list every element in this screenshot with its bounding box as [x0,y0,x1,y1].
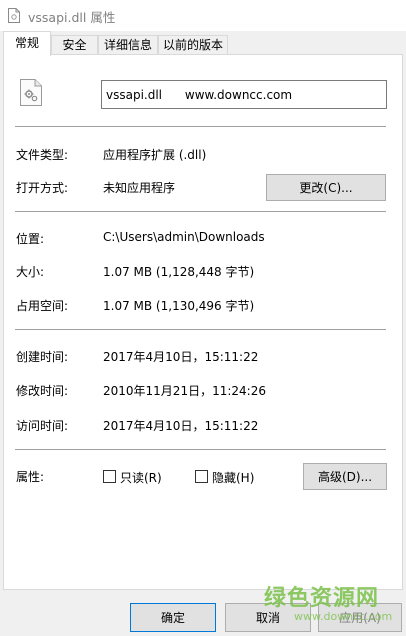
dll-file-icon [8,8,20,23]
created-value: 2017年4月10日，15:11:22 [103,350,259,364]
tab-security[interactable]: 安全 [51,35,98,54]
created-label: 创建时间: [16,350,69,364]
ok-button[interactable]: 确定 [130,603,216,632]
tab-details[interactable]: 详细信息 [98,35,158,54]
separator [15,449,386,450]
general-tab-panel [3,54,403,590]
file-type-value: 应用程序扩展 (.dll) [103,148,207,162]
size-value: 1.07 MB (1,128,448 字节) [103,265,255,279]
title-bar[interactable]: vssapi.dll 属性 [0,0,406,31]
attributes-label: 属性: [16,470,45,484]
advanced-button[interactable]: 高级(D)... [303,463,387,490]
readonly-checkbox-label[interactable]: 只读(R) [120,469,162,486]
tab-strip: 常规 安全 详细信息 以前的版本 [0,31,406,56]
opens-with-label: 打开方式: [16,181,69,195]
location-label: 位置: [16,232,45,246]
tab-previous-versions[interactable]: 以前的版本 [158,35,228,54]
watermark-logo: 绿色资源网 [264,586,380,611]
dll-gear-file-icon [20,79,42,106]
hidden-checkbox[interactable]: 隐藏(H) [195,469,255,486]
accessed-value: 2017年4月10日，15:11:22 [103,419,259,433]
tab-general[interactable]: 常规 [3,31,51,56]
readonly-checkbox-box[interactable] [103,470,116,483]
separator [15,211,386,212]
modified-label: 修改时间: [16,384,69,398]
file-type-label: 文件类型: [16,148,69,162]
window-title: vssapi.dll 属性 [28,10,116,25]
separator [15,329,386,330]
hidden-checkbox-label[interactable]: 隐藏(H) [212,469,254,486]
file-name-input[interactable] [101,80,387,109]
hidden-checkbox-box[interactable] [195,470,208,483]
location-value: C:\Users\admin\Downloads [103,230,265,244]
size-label: 大小: [16,265,45,279]
modified-value: 2010年11月21日，11:24:26 [103,384,266,398]
size-on-disk-value: 1.07 MB (1,130,496 字节) [103,299,255,313]
opens-with-value: 未知应用程序 [103,181,176,195]
watermark-url: www.downcc.com [294,610,393,623]
change-button[interactable]: 更改(C)... [266,174,386,201]
separator [15,126,386,127]
accessed-label: 访问时间: [16,419,69,433]
readonly-checkbox[interactable]: 只读(R) [103,469,163,486]
size-on-disk-label: 占用空间: [16,299,69,313]
